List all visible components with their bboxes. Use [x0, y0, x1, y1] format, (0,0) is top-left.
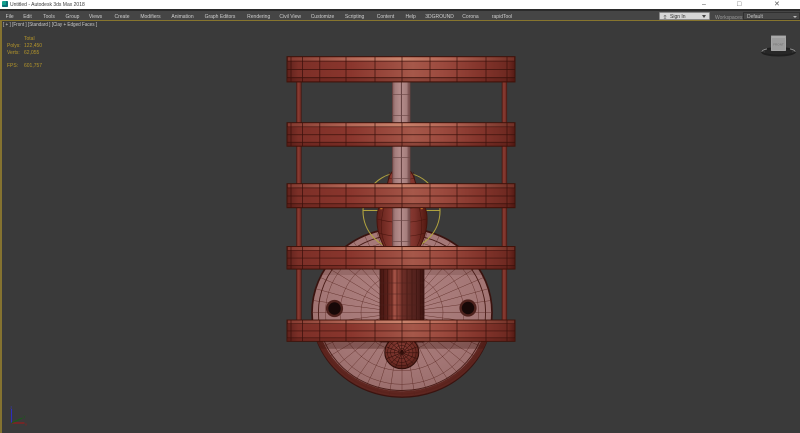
svg-text:FRONT: FRONT — [773, 42, 784, 46]
svg-text:x: x — [25, 422, 27, 427]
svg-text:y: y — [24, 414, 26, 419]
svg-text:z: z — [10, 405, 12, 410]
